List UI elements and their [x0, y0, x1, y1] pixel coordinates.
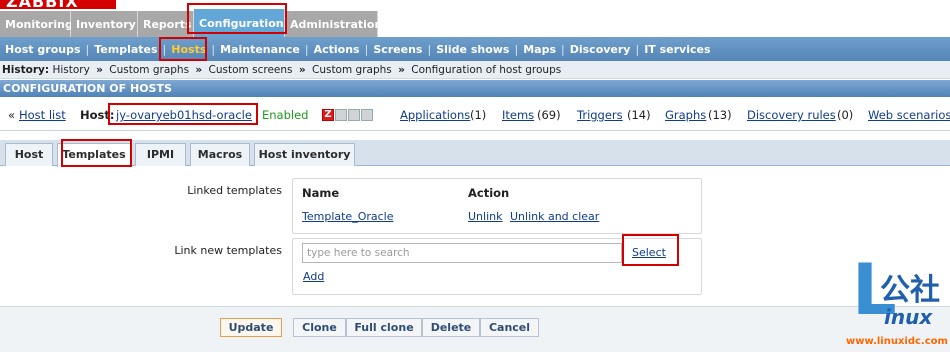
host-status[interactable]: Enabled: [262, 108, 308, 122]
history-item[interactable]: Custom graphs: [312, 64, 392, 76]
zabbix-logo[interactable]: ZABBIX: [0, 0, 116, 9]
availability-icons: Z: [322, 109, 373, 121]
back-arrow: «: [8, 108, 16, 122]
menu-inventory[interactable]: Inventory: [71, 11, 138, 37]
submenu-host-groups[interactable]: Host groups: [5, 43, 81, 56]
tab-macros[interactable]: Macros: [190, 143, 250, 166]
watermark-logo: L 公社 inux www.linuxidc.com: [846, 255, 948, 350]
unlink-link[interactable]: Unlink: [468, 210, 502, 223]
web-scenarios-link[interactable]: Web scenarios: [868, 108, 950, 122]
submenu-maps[interactable]: Maps: [523, 43, 556, 56]
ipmi-icon: [361, 109, 373, 121]
zabbix-agent-icon: Z: [322, 109, 334, 121]
menu-configuration[interactable]: Configuration: [194, 9, 285, 37]
page-title: CONFIGURATION OF HOSTS: [0, 80, 950, 97]
watermark-url: www.linuxidc.com: [846, 336, 948, 347]
history-separator: »: [298, 64, 306, 76]
full-clone-button[interactable]: Full clone: [346, 318, 422, 337]
history-item[interactable]: Custom screens: [209, 64, 293, 76]
column-action: Action: [468, 186, 510, 200]
submenu-hosts[interactable]: Hosts: [171, 43, 206, 56]
link-new-templates-label: Link new templates: [174, 244, 282, 257]
template-search-input[interactable]: [302, 243, 622, 263]
host-info-bar: « Host list Host: jy-ovaryeb01hsd-oracle…: [0, 104, 950, 126]
items-link[interactable]: Items: [502, 108, 534, 122]
watermark-inux: inux: [884, 305, 933, 329]
submenu-screens[interactable]: Screens: [373, 43, 422, 56]
tab-host-inventory[interactable]: Host inventory: [254, 143, 355, 166]
history-label: History:: [2, 64, 50, 76]
update-button[interactable]: Update: [220, 318, 282, 337]
cancel-button[interactable]: Cancel: [480, 318, 539, 337]
section-divider: [0, 130, 950, 131]
template-link[interactable]: Template_Oracle: [302, 210, 394, 223]
triggers-link[interactable]: Triggers: [577, 108, 623, 122]
tab-ipmi[interactable]: IPMI: [135, 143, 186, 166]
discovery-rules-link[interactable]: Discovery rules: [747, 108, 836, 122]
graphs-count: (13): [708, 108, 732, 122]
sub-menu: Host groups | Templates | Hosts | Maintenan…: [0, 37, 950, 61]
linked-templates-label: Linked templates: [187, 184, 282, 197]
watermark-chinese: 公社: [880, 273, 940, 308]
submenu-actions[interactable]: Actions: [314, 43, 360, 56]
history-item[interactable]: Configuration of host groups: [411, 64, 561, 76]
submenu-templates[interactable]: Templates: [94, 43, 157, 56]
menu-reports[interactable]: Reports: [138, 11, 194, 37]
submenu-discovery[interactable]: Discovery: [570, 43, 631, 56]
history-item[interactable]: History: [52, 64, 89, 76]
tab-host[interactable]: Host: [5, 143, 53, 166]
logo-text: ZABBIX: [6, 0, 79, 9]
items-count: (69): [537, 108, 561, 122]
select-button[interactable]: Select: [632, 246, 666, 259]
discovery-rules-count: (0): [837, 108, 854, 122]
triggers-count: (14): [627, 108, 651, 122]
snmp-icon: [335, 109, 347, 121]
host-label: Host:: [80, 108, 115, 122]
add-link[interactable]: Add: [303, 270, 324, 283]
submenu-slide-shows[interactable]: Slide shows: [436, 43, 509, 56]
tab-templates[interactable]: Templates: [57, 143, 131, 167]
host-list-link[interactable]: Host list: [19, 108, 66, 122]
history-separator: »: [96, 64, 103, 76]
column-name: Name: [302, 186, 340, 200]
unlink-and-clear-link[interactable]: Unlink and clear: [510, 210, 599, 223]
history-item[interactable]: Custom graphs: [109, 64, 189, 76]
main-menu: Monitoring Inventory Reports Configurati…: [0, 9, 382, 37]
tab-bar: Host Templates IPMI Macros Host inventor…: [0, 140, 950, 167]
history-breadcrumb: History: History » Custom graphs » Custo…: [0, 61, 950, 79]
menu-monitoring[interactable]: Monitoring: [0, 11, 73, 37]
history-separator: »: [195, 64, 203, 76]
history-separator: »: [398, 64, 405, 76]
graphs-link[interactable]: Graphs: [665, 108, 706, 122]
submenu-it-services[interactable]: IT services: [644, 43, 710, 56]
delete-button[interactable]: Delete: [422, 318, 480, 337]
jmx-icon: [348, 109, 360, 121]
clone-button[interactable]: Clone: [293, 318, 346, 337]
applications-link[interactable]: Applications: [400, 108, 470, 122]
host-name-link[interactable]: jy-ovaryeb01hsd-oracle: [116, 108, 252, 122]
menu-administration[interactable]: Administration: [285, 11, 382, 37]
submenu-maintenance[interactable]: Maintenance: [220, 43, 300, 56]
applications-count: (1): [470, 108, 487, 122]
